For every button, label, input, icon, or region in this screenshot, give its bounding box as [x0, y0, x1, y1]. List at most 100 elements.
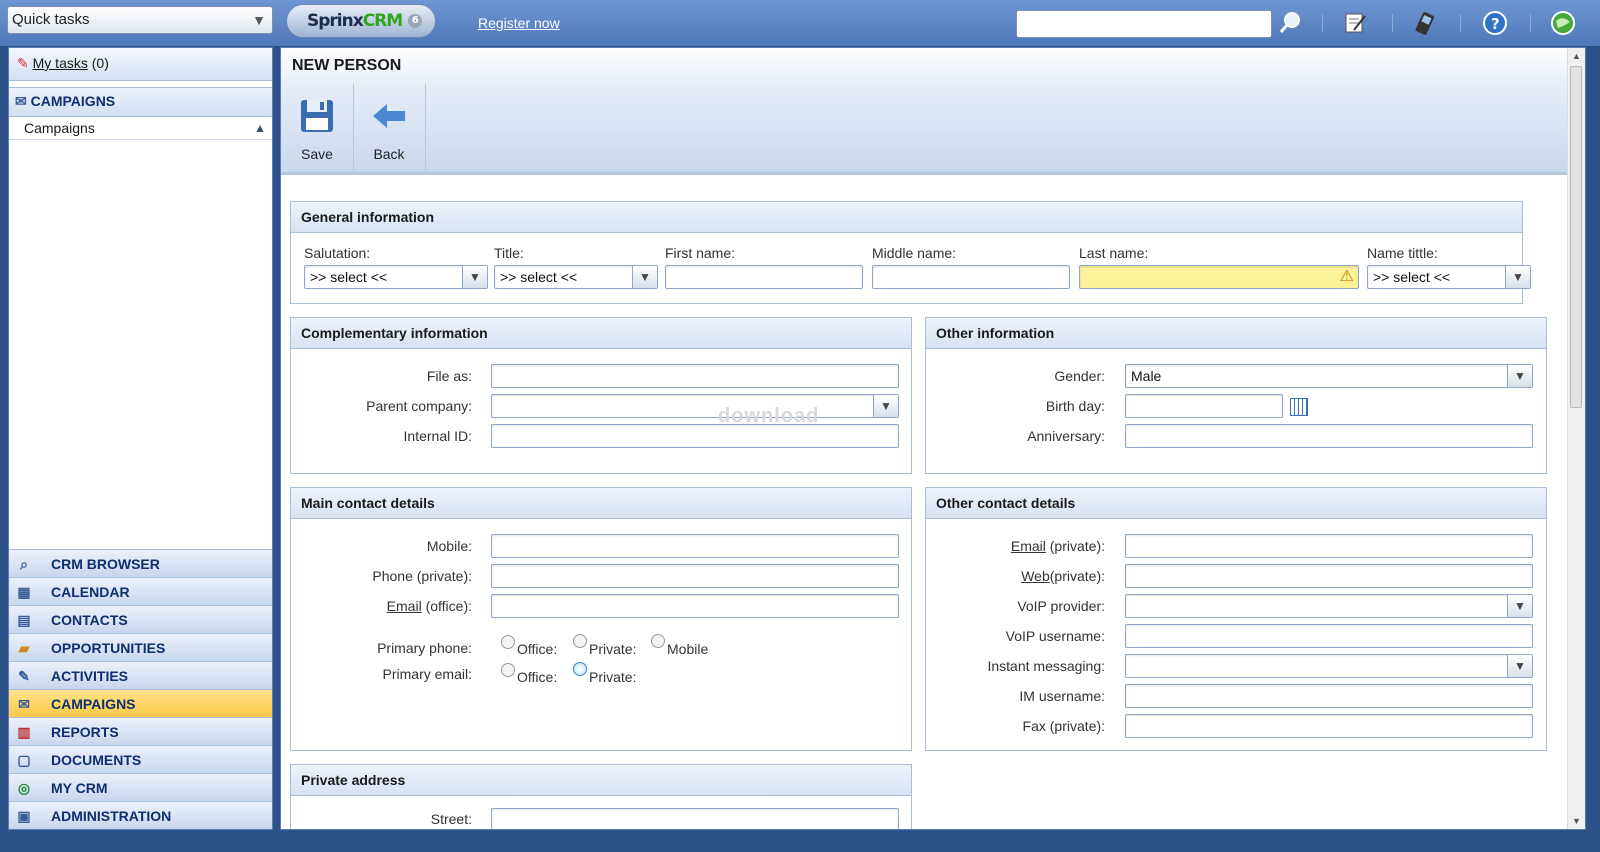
my-tasks-count: (0) [91, 55, 109, 71]
app-logo[interactable]: SprinxCRM 6 [286, 4, 436, 38]
nav-administration[interactable]: ▣ ADMINISTRATION [9, 801, 272, 829]
primary-phone-private-radio[interactable] [573, 634, 587, 648]
globe-icon[interactable] [1548, 8, 1578, 38]
chevron-up-icon[interactable]: ▲ [254, 117, 266, 139]
nav-opportunities[interactable]: ▰ OPPORTUNITIES [9, 633, 272, 661]
toolbar-divider [1322, 14, 1323, 32]
reports-icon: ▥ [17, 724, 31, 740]
nav-activities[interactable]: ✎ ACTIVITIES [9, 661, 272, 689]
street-field[interactable] [491, 808, 899, 829]
nav-reports[interactable]: ▥ REPORTS [9, 717, 272, 745]
mobile-field[interactable] [491, 534, 899, 558]
web-private-field[interactable] [1125, 564, 1533, 588]
activity-icon: ✎ [18, 668, 30, 684]
section-title: Other information [926, 318, 1546, 349]
email-office-field[interactable] [491, 594, 899, 618]
parent-company-select[interactable]: ▼ [491, 394, 899, 418]
campaign-icon: ✉ [18, 696, 30, 712]
last-name-field[interactable]: ⚠ [1079, 265, 1359, 289]
chevron-down-icon: ▼ [873, 395, 898, 417]
help-icon[interactable]: ? [1480, 8, 1510, 38]
back-button[interactable]: Back [353, 84, 426, 172]
calendar-icon[interactable] [1290, 398, 1308, 416]
voip-username-field[interactable] [1125, 624, 1533, 648]
name-title-select[interactable]: >> select << ▼ [1367, 265, 1531, 289]
parent-company-label: Parent company: [366, 398, 472, 414]
web-link[interactable]: Web [1021, 568, 1050, 584]
radio-label: Office: [517, 669, 558, 685]
search-input[interactable] [1016, 10, 1272, 38]
primary-email-office-radio[interactable] [501, 663, 515, 677]
back-label: Back [373, 146, 405, 162]
fax-private-label: Fax (private): [1022, 718, 1105, 734]
primary-phone-office-radio[interactable] [501, 635, 515, 649]
internal-id-field[interactable] [491, 424, 899, 448]
chevron-down-icon: ▼ [252, 12, 266, 28]
phone-private-field[interactable] [491, 564, 899, 588]
nav-calendar[interactable]: ▦ CALENDAR [9, 577, 272, 605]
section-title: Other contact details [926, 488, 1546, 519]
middle-name-field[interactable] [872, 265, 1070, 289]
email-link[interactable]: Email [1011, 538, 1046, 554]
email-link[interactable]: Email [387, 598, 422, 614]
instant-messaging-select[interactable]: ▼ [1125, 654, 1533, 678]
general-information-section: General information Salutation: >> selec… [290, 201, 1531, 304]
my-tasks-row: ✎ My tasks (0) [9, 48, 272, 81]
nav-my-crm[interactable]: ◎ MY CRM [9, 773, 272, 801]
primary-email-private-radio[interactable] [573, 662, 587, 676]
nav-campaigns[interactable]: ✉ CAMPAIGNS [9, 689, 272, 717]
scroll-up-icon[interactable]: ▲ [1568, 48, 1585, 64]
anniversary-field[interactable] [1125, 424, 1533, 448]
main-navigation: ⌕ CRM BROWSER ▦ CALENDAR ▤ CONTACTS ▰ OPPORT… [9, 549, 272, 829]
phone-private-label: Phone (private): [372, 568, 472, 584]
tasks-icon: ✎ [17, 55, 29, 71]
save-button[interactable]: Save [281, 84, 354, 172]
main-panel: NEW PERSON Save Back General information… [280, 47, 1586, 830]
email-private-field[interactable] [1125, 534, 1533, 558]
im-username-field[interactable] [1125, 684, 1533, 708]
campaigns-section-header[interactable]: ✉ CAMPAIGNS [9, 87, 272, 117]
voip-provider-label: VoIP provider: [1017, 598, 1105, 614]
page-title: NEW PERSON [281, 48, 1585, 84]
instant-messaging-label: Instant messaging: [987, 658, 1105, 674]
sidebar-item-label: Campaigns [24, 120, 95, 136]
primary-phone-mobile-radio[interactable] [651, 634, 665, 648]
scrollbar-thumb[interactable] [1570, 66, 1582, 408]
other-information-section: Other information Gender: Male ▼ Birth da… [925, 317, 1547, 474]
salutation-select[interactable]: >> select << ▼ [304, 265, 488, 289]
gender-select[interactable]: Male ▼ [1125, 364, 1533, 388]
first-name-label: First name: [665, 245, 736, 261]
form-toolbar: Save Back [281, 84, 1585, 175]
nav-documents[interactable]: ▢ DOCUMENTS [9, 745, 272, 773]
nav-contacts[interactable]: ▤ CONTACTS [9, 605, 272, 633]
vertical-scrollbar[interactable]: ▲ ▼ [1567, 48, 1585, 829]
sidebar-item-campaigns[interactable]: Campaigns ▲ [9, 117, 272, 140]
file-as-field[interactable] [491, 364, 899, 388]
quick-tasks-select[interactable]: Quick tasks ▼ [7, 6, 273, 34]
title-label: Title: [494, 245, 524, 261]
my-tasks-link[interactable]: My tasks [33, 55, 88, 71]
chevron-down-icon: ▼ [1505, 266, 1530, 288]
contact-card-icon: ▤ [17, 612, 31, 628]
last-name-label: Last name: [1079, 245, 1149, 261]
nav-crm-browser[interactable]: ⌕ CRM BROWSER [9, 549, 272, 577]
section-title: General information [291, 202, 1522, 233]
notes-icon[interactable] [1340, 8, 1370, 38]
main-contact-details-section: Main contact details Mobile: Phone (priv… [290, 487, 912, 751]
first-name-field[interactable] [665, 265, 863, 289]
register-now-link[interactable]: Register now [478, 15, 560, 31]
search-icon[interactable] [1276, 8, 1306, 38]
voip-provider-select[interactable]: ▼ [1125, 594, 1533, 618]
fax-private-field[interactable] [1125, 714, 1533, 738]
file-as-label: File as: [426, 368, 472, 384]
title-select[interactable]: >> select << ▼ [494, 265, 658, 289]
chevron-down-icon: ▼ [1507, 655, 1532, 677]
scroll-down-icon[interactable]: ▼ [1568, 813, 1585, 829]
radio-label: Private: [589, 669, 637, 685]
toolbar-divider [1392, 14, 1393, 32]
chevron-down-icon: ▼ [1507, 595, 1532, 617]
phone-icon[interactable] [1410, 8, 1440, 38]
primary-email-label: Primary email: [382, 666, 472, 682]
anniversary-label: Anniversary: [1027, 428, 1105, 444]
birthday-field[interactable] [1125, 394, 1283, 418]
